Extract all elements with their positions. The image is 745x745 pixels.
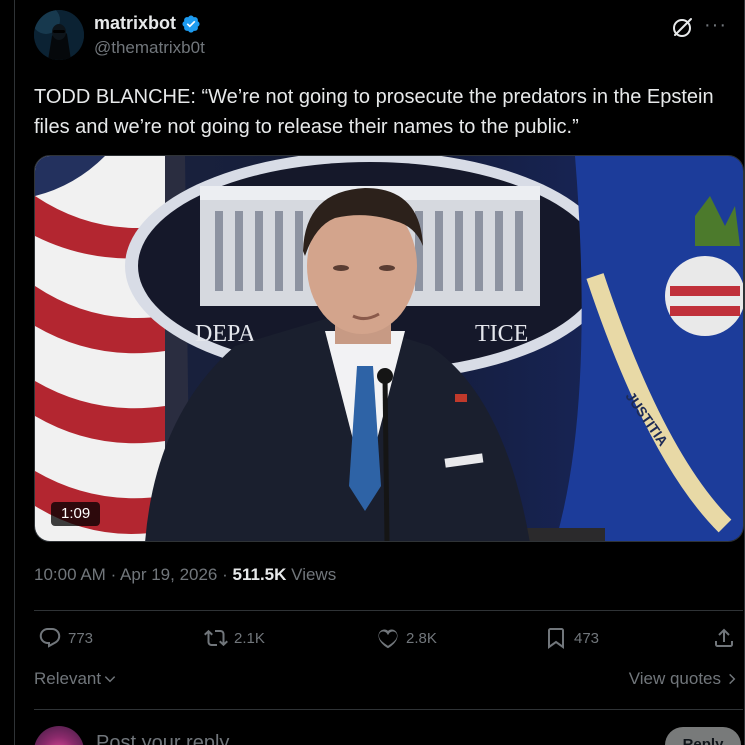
share-icon <box>715 628 733 647</box>
bookmark-button[interactable]: 473 <box>544 626 599 650</box>
chevron-right-icon <box>729 673 736 685</box>
repost-count: 2.1K <box>234 629 265 647</box>
view-quotes-label: View quotes <box>628 669 721 688</box>
author-handle[interactable]: @thematrixb0t <box>94 38 205 58</box>
meta-separator: · <box>222 565 228 584</box>
author-name-row[interactable]: matrixbot <box>94 13 201 34</box>
view-quotes-link[interactable]: View quotes <box>629 669 739 689</box>
chevron-down-icon <box>104 676 116 683</box>
reply-count: 773 <box>68 629 94 647</box>
meta-separator: · <box>110 565 117 584</box>
repost-icon <box>204 629 228 647</box>
reply-submit-button[interactable]: Reply <box>665 727 741 745</box>
action-bar: 773 2.1K 2.8K 473 <box>34 622 743 662</box>
tweet-meta: 10:00 AM · Apr 19, 2026 · 511.5K Views <box>34 565 336 585</box>
share-button[interactable] <box>712 626 736 650</box>
views-count: 511.5K <box>232 565 287 584</box>
verified-badge-icon <box>182 14 200 33</box>
heart-icon <box>378 629 398 649</box>
video-player[interactable]: DEPA TICE JUSTITIA 1:09 <box>34 155 744 542</box>
reply-input[interactable]: Post your reply <box>96 732 229 745</box>
reply-icon <box>39 628 61 648</box>
repost-button[interactable]: 2.1K <box>204 626 265 650</box>
timeline-left-border <box>14 0 15 745</box>
like-button[interactable]: 2.8K <box>376 626 437 650</box>
video-thumbnail: DEPA TICE JUSTITIA <box>35 156 743 541</box>
sort-replies-dropdown[interactable]: Relevant <box>34 669 117 689</box>
more-options-icon[interactable]: ··· <box>704 14 727 37</box>
bookmark-count: 473 <box>574 629 600 647</box>
current-user-avatar <box>34 726 84 745</box>
tweet-header: matrixbot @thematrixb0t ··· <box>34 10 731 66</box>
like-count: 2.8K <box>406 629 437 647</box>
tweet-date[interactable]: Apr 19, 2026 <box>120 565 217 584</box>
doj-flag: JUSTITIA <box>555 156 743 541</box>
author-display-name[interactable]: matrixbot <box>94 13 176 34</box>
divider <box>34 709 743 710</box>
tweet-text: TODD BLANCHE: “We’re not going to prosec… <box>34 86 714 138</box>
views-label: Views <box>291 565 337 584</box>
divider <box>34 610 743 611</box>
bookmark-icon <box>548 628 564 649</box>
svg-text:TICE: TICE <box>475 321 528 347</box>
reply-button[interactable]: 773 <box>38 626 93 650</box>
sort-label: Relevant <box>34 669 102 688</box>
tweet-time[interactable]: 10:00 AM <box>34 565 106 584</box>
grok-icon[interactable] <box>671 15 695 39</box>
author-avatar[interactable] <box>34 10 84 60</box>
video-duration: 1:09 <box>51 502 101 526</box>
